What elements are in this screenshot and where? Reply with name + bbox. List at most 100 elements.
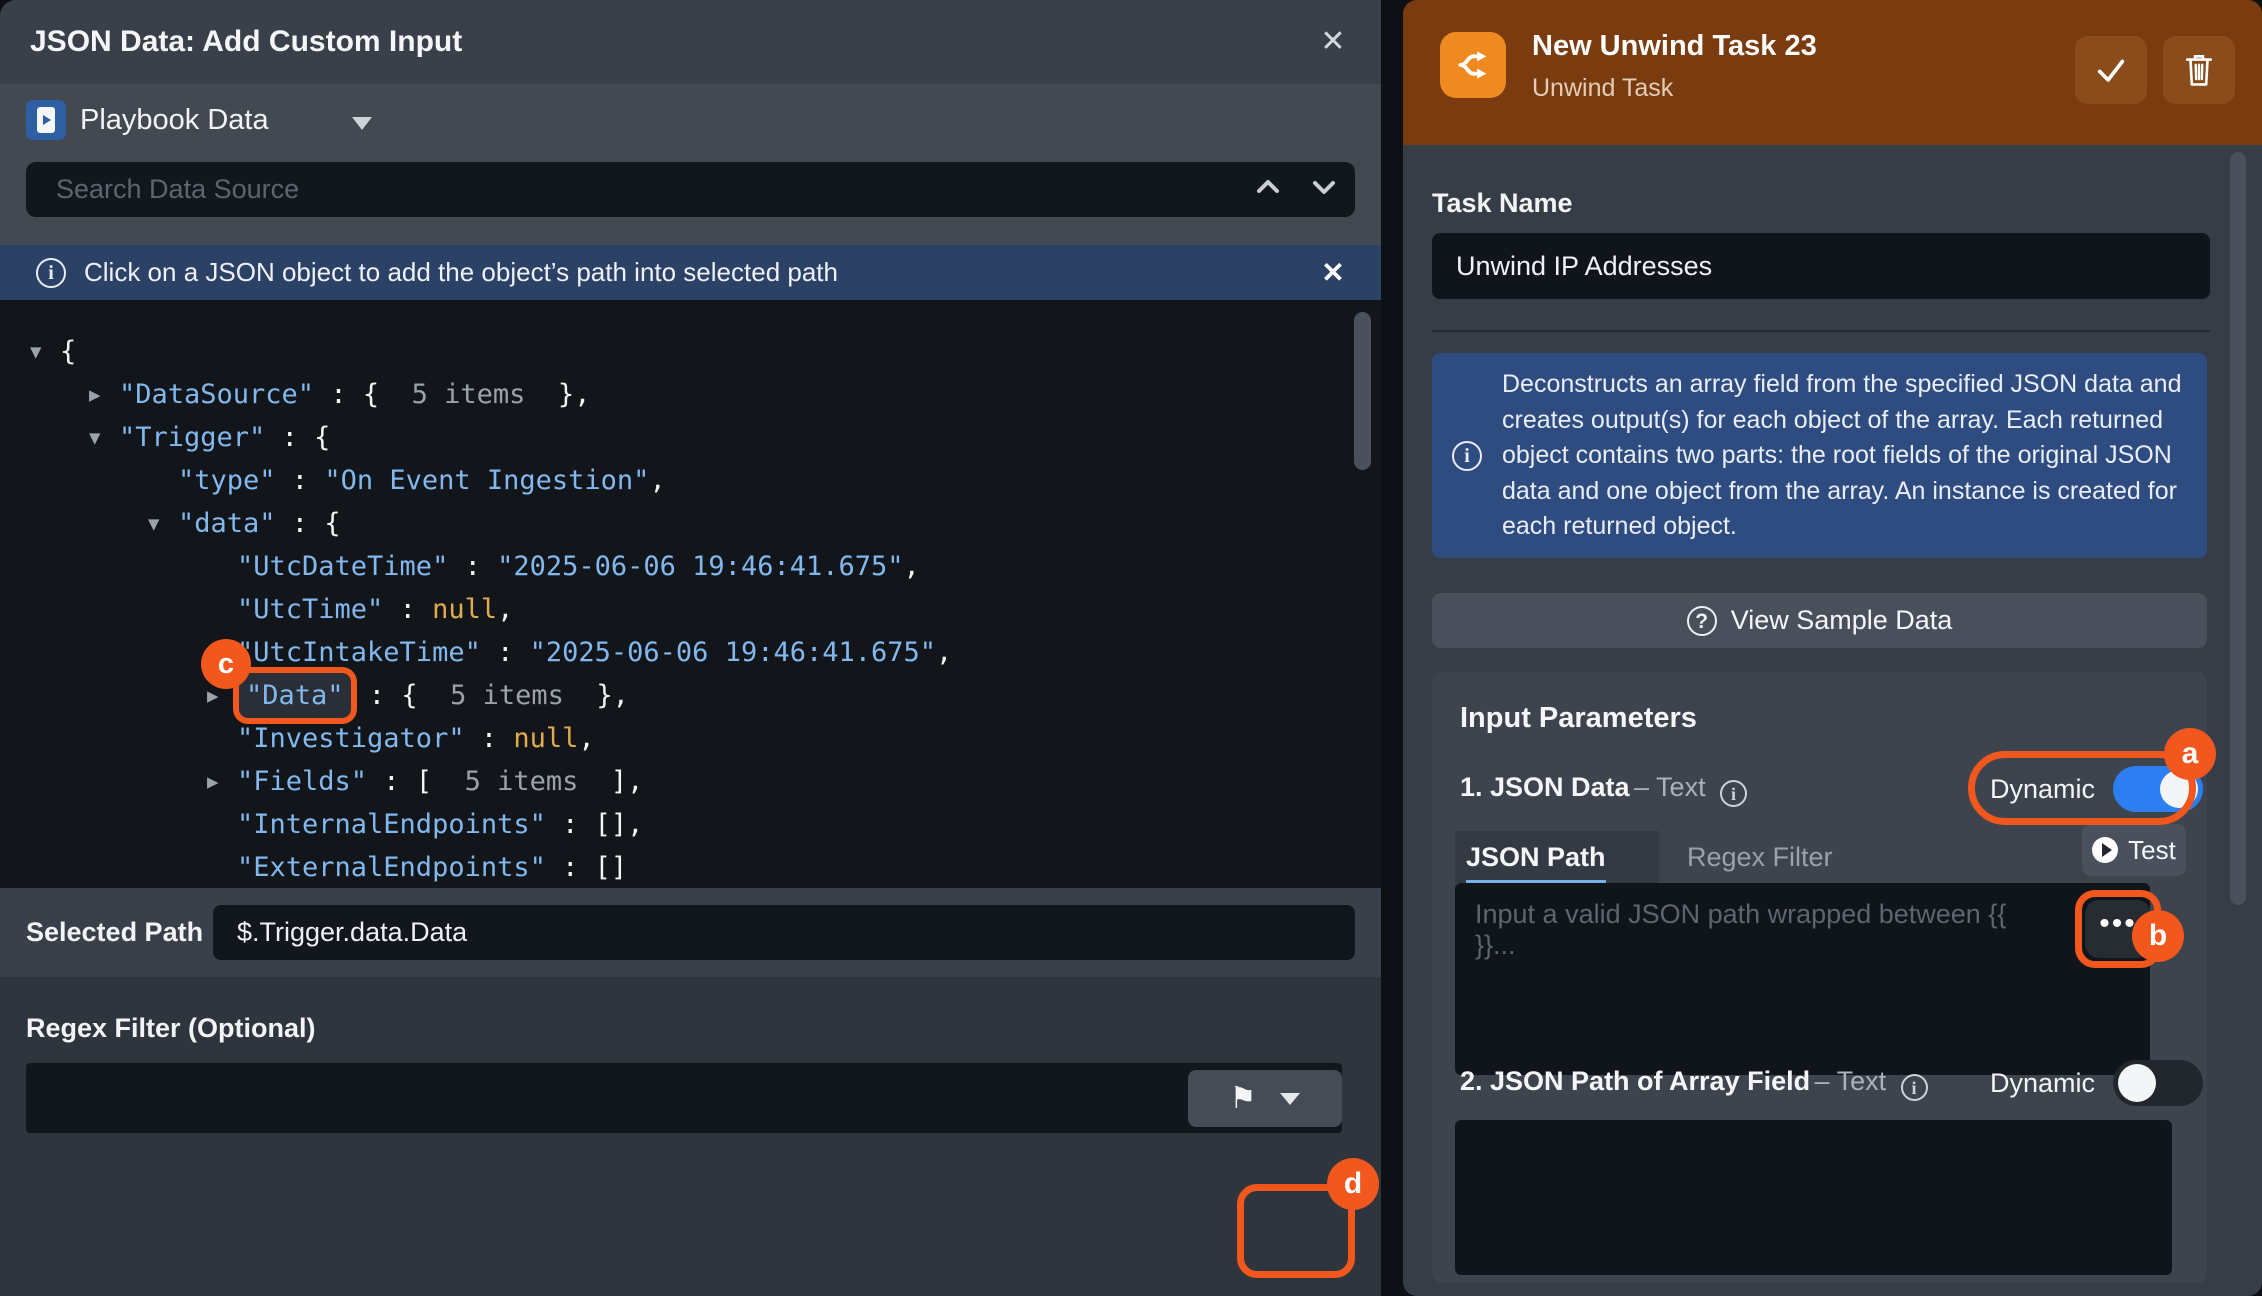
arrow-spacer <box>207 546 237 589</box>
confirm-button[interactable] <box>2075 36 2147 104</box>
array-field-path-textarea[interactable] <box>1455 1120 2172 1275</box>
panel-scrollbar[interactable] <box>2230 152 2246 905</box>
selected-path-input[interactable] <box>213 905 1355 960</box>
json-tree-row[interactable]: ▼"data" : { <box>0 502 1381 545</box>
json-tree-row[interactable]: "UtcDateTime" : "2025-06-06 19:46:41.675… <box>0 545 1381 588</box>
param2-dynamic-group: Dynamic <box>1990 1060 2203 1106</box>
info-banner: i Click on a JSON object to add the obje… <box>0 245 1381 300</box>
view-sample-data-label: View Sample Data <box>1731 605 1953 636</box>
selected-path-label: Selected Path <box>26 888 203 977</box>
json-token-p: : { <box>265 422 330 453</box>
regex-flags-dropdown[interactable]: ⚑ <box>1188 1070 1342 1127</box>
input-parameters-heading: Input Parameters <box>1460 702 1697 735</box>
json-token-i: 5 items <box>465 766 579 797</box>
json-tree-row[interactable]: "UtcTime" : null, <box>0 588 1381 631</box>
json-token-n: null <box>513 723 578 754</box>
dialog-header: JSON Data: Add Custom Input ✕ <box>0 0 1381 84</box>
arrow-spacer <box>148 460 178 503</box>
json-tree-row[interactable]: "type" : "On Event Ingestion", <box>0 459 1381 502</box>
json-tree-row[interactable]: ▼{ <box>0 330 1381 373</box>
banner-close-icon[interactable]: ✕ <box>1315 255 1351 291</box>
json-token-p: }, <box>525 379 590 410</box>
chevron-down-icon[interactable] <box>1307 170 1341 204</box>
arrow-spacer <box>207 718 237 761</box>
close-icon[interactable]: ✕ <box>1313 22 1353 62</box>
json-token-k: "Investigator" <box>237 723 465 754</box>
json-token-p: : [], <box>546 809 644 840</box>
input-parameters-card: Input Parameters 1. JSON Data – Text i D… <box>1432 672 2207 1283</box>
trash-icon <box>2184 53 2214 87</box>
regex-filter-input[interactable] <box>26 1063 1342 1133</box>
json-token-k: "Fields" <box>237 766 367 797</box>
json-token-p: : [ <box>367 766 465 797</box>
search-input[interactable] <box>26 162 1355 217</box>
json-token-p: : <box>465 723 514 754</box>
dialog-title: JSON Data: Add Custom Input <box>30 0 462 84</box>
regex-filter-label: Regex Filter (Optional) <box>26 1013 316 1044</box>
info-icon: i <box>36 258 66 288</box>
collapse-arrow-icon[interactable]: ▶ <box>89 374 119 417</box>
chevron-down-icon[interactable] <box>352 117 372 130</box>
annotation-badge-a: a <box>2164 728 2216 780</box>
param2-label-row: 2. JSON Path of Array Field – Text i <box>1460 1066 1928 1101</box>
annotation-badge-d: d <box>1327 1158 1379 1210</box>
json-tree-row[interactable]: "ExternalEndpoints" : [] <box>0 846 1381 888</box>
json-token-p: { <box>60 336 76 367</box>
json-token-n: null <box>432 594 497 625</box>
ellipsis-icon: ••• <box>2099 914 2137 934</box>
expand-arrow-icon[interactable]: ▼ <box>89 417 119 460</box>
json-token-p: , <box>936 637 952 668</box>
check-icon <box>2094 53 2128 87</box>
info-icon: i <box>1452 441 1482 471</box>
info-icon[interactable]: i <box>1901 1074 1928 1101</box>
selected-path-row: Selected Path <box>0 888 1381 977</box>
json-tree-row[interactable]: ▶"Fields" : [ 5 items ], <box>0 760 1381 803</box>
task-type-label: Unwind Task <box>1532 74 1673 103</box>
annotation-ring-c[interactable]: "Data"c <box>233 667 357 724</box>
divider <box>1432 330 2210 332</box>
json-token-k: "UtcTime" <box>237 594 383 625</box>
view-sample-data-button[interactable]: ? View Sample Data <box>1432 593 2207 648</box>
chevron-up-icon[interactable] <box>1251 170 1285 204</box>
data-source-dropdown[interactable]: Playbook Data <box>80 100 269 140</box>
json-token-i: 5 items <box>450 680 564 711</box>
tab-regex-filter[interactable]: Regex Filter <box>1687 842 1833 873</box>
tab-json-path[interactable]: JSON Path <box>1466 842 1606 883</box>
json-tree: ▼{▶"DataSource" : { 5 items },▼"Trigger"… <box>0 300 1381 888</box>
task-name-input[interactable] <box>1432 233 2210 299</box>
expand-arrow-icon[interactable]: ▼ <box>30 331 60 374</box>
json-token-s: "2025-06-06 19:46:41.675" <box>497 551 903 582</box>
param1-test-label: Test <box>2128 835 2176 866</box>
json-token-k: "Trigger" <box>119 422 265 453</box>
json-tree-row[interactable]: "InternalEndpoints" : [], <box>0 803 1381 846</box>
json-token-s: "2025-06-06 19:46:41.675" <box>530 637 936 668</box>
json-token-k: "UtcDateTime" <box>237 551 448 582</box>
flag-icon: ⚑ <box>1230 1084 1257 1114</box>
json-token-i: 5 items <box>412 379 526 410</box>
collapse-arrow-icon[interactable]: ▶ <box>207 761 237 804</box>
task-name-label: Task Name <box>1432 188 1573 219</box>
json-token-k: "InternalEndpoints" <box>237 809 546 840</box>
annotation-badge-c: c <box>201 639 251 689</box>
param1-test-button[interactable]: Test <box>2082 824 2186 876</box>
delete-button[interactable] <box>2163 36 2235 104</box>
json-token-k: "Data" <box>246 680 344 711</box>
expand-arrow-icon[interactable]: ▼ <box>148 503 178 546</box>
tree-scrollbar[interactable] <box>1354 312 1371 470</box>
annotation-badge-b: b <box>2132 910 2184 962</box>
json-token-p: }, <box>564 680 629 711</box>
unwind-task-icon <box>1440 32 1506 98</box>
param2-label: 2. JSON Path of Array Field <box>1460 1066 1810 1096</box>
param1-type: – Text <box>1634 772 1706 802</box>
json-token-p: , <box>497 594 513 625</box>
json-tree-row[interactable]: ▼"Trigger" : { <box>0 416 1381 459</box>
info-icon[interactable]: i <box>1720 780 1747 807</box>
json-path-textarea[interactable] <box>1455 883 2150 1075</box>
json-tree-row[interactable]: "Investigator" : null, <box>0 717 1381 760</box>
param2-dynamic-label: Dynamic <box>1990 1068 2095 1099</box>
json-tree-row[interactable]: ▶"DataSource" : { 5 items }, <box>0 373 1381 416</box>
json-token-p: ], <box>578 766 643 797</box>
json-tree-row[interactable]: ▶"Data"c : { 5 items }, <box>0 674 1381 717</box>
param1-label-row: 1. JSON Data – Text i <box>1460 772 1747 807</box>
param2-dynamic-toggle[interactable] <box>2113 1060 2203 1106</box>
